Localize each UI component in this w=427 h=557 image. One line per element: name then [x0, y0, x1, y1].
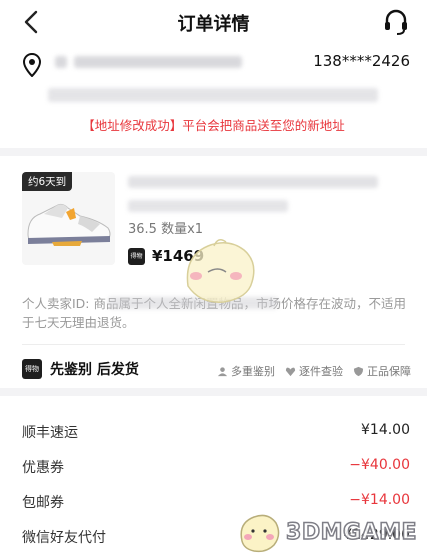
fee-value: ¥14.00 [361, 422, 410, 438]
top-nav-bar: 订单详情 [0, 0, 427, 44]
guarantee-item-check: 逐件查验 [285, 363, 343, 379]
fee-value: −¥40.00 [349, 457, 410, 473]
redacted-recipient-name [55, 56, 67, 68]
redacted-product-name [128, 176, 378, 188]
mascot-logo-icon [240, 514, 280, 553]
fee-label: 优惠券 [22, 460, 64, 476]
fee-label: 顺丰速运 [22, 425, 78, 441]
fee-label: 包邮券 [22, 495, 64, 511]
mascot-watermark-icon [186, 239, 255, 303]
fee-row-shipping: 顺丰速运 ¥14.00 [22, 422, 410, 442]
dewu-logo-icon: 得物 [22, 359, 42, 379]
headset-icon[interactable] [383, 8, 409, 36]
delivery-eta-badge: 约6天到 [22, 172, 73, 191]
address-card[interactable]: 138****2426 【地址修改成功】平台会把商品送至您的新地址 [0, 44, 427, 148]
page-title: 订单详情 [177, 14, 250, 35]
dewu-logo-icon: 得物 [128, 248, 145, 265]
verify-then-ship-title: 先鉴别 后发货 [50, 362, 139, 378]
product-spec: 36.5 数量x1 [128, 222, 204, 237]
guarantee-badges[interactable]: 多重鉴别 逐件查验 正品保障 [217, 363, 411, 379]
fee-row-free-shipping: 包邮券 −¥14.00 [22, 492, 410, 512]
guarantee-label: 逐件查验 [299, 365, 343, 378]
redacted-product-name-line2 [128, 200, 288, 212]
divider [22, 344, 405, 345]
shield-icon [353, 366, 364, 376]
fee-value: −¥14.00 [349, 492, 410, 508]
fee-row-coupon: 优惠券 −¥40.00 [22, 457, 410, 477]
address-change-notice: 【地址修改成功】平台会把商品送至您的新地址 [82, 118, 345, 133]
guarantee-label: 正品保障 [367, 365, 411, 378]
location-pin-icon [22, 53, 42, 77]
redacted-address-line [74, 56, 242, 68]
fee-label: 微信好友代付 [22, 530, 106, 546]
watermark-text: 3DMGAME [285, 519, 417, 546]
product-image[interactable]: 约6天到 [22, 172, 115, 265]
guarantee-label: 多重鉴别 [231, 365, 275, 378]
recipient-phone: 138****2426 [313, 52, 410, 70]
person-icon [217, 366, 228, 376]
site-watermark: 3DMGAME [236, 511, 417, 553]
guarantee-multi-check: 多重鉴别 [217, 363, 275, 379]
guarantee-authentic: 正品保障 [353, 363, 411, 379]
redacted-address-detail [48, 88, 378, 102]
heart-icon [285, 367, 296, 376]
